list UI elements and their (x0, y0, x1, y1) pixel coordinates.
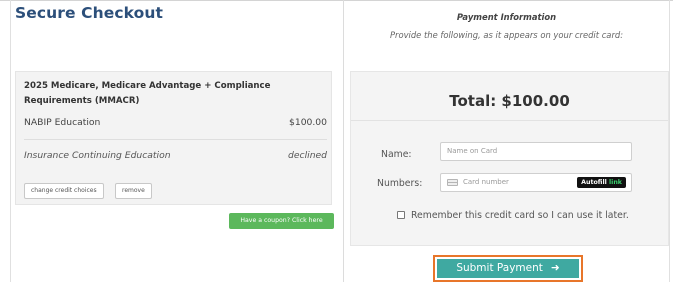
autofill-label: Autofill (581, 179, 607, 186)
coupon-button[interactable]: Have a coupon? Click here (229, 213, 334, 229)
cart-row-ice: Insurance Continuing Education declined (24, 150, 327, 161)
change-credit-choices-button[interactable]: change credit choices (24, 183, 104, 199)
payment-form: Total: $100.00 Name: Name on Card Number… (350, 71, 669, 246)
name-placeholder: Name on Card (447, 147, 498, 155)
payment-instructions: Provide the following, as it appears on … (389, 30, 624, 40)
credit-card-icon (447, 179, 458, 186)
card-number-placeholder: Card number (463, 178, 509, 186)
cart-row-label: Insurance Continuing Education (24, 150, 171, 161)
cart-row-status: declined (288, 150, 327, 161)
name-label: Name: (381, 149, 412, 160)
submit-label: Submit Payment (456, 262, 543, 274)
remember-card-label: Remember this credit card so I can use i… (411, 210, 629, 221)
autofill-link-button[interactable]: Autofill link (577, 177, 626, 188)
arrow-right-icon: ➜ (550, 262, 560, 274)
total-divider (351, 120, 668, 121)
page-right-border (669, 0, 670, 282)
cart-row-price: $100.00 (289, 117, 327, 128)
order-total: Total: $100.00 (449, 92, 570, 110)
name-on-card-input[interactable]: Name on Card (440, 142, 632, 161)
submit-payment-button[interactable]: Submit Payment ➜ (437, 259, 579, 278)
payment-heading: Payment Information (456, 12, 557, 22)
numbers-label: Numbers: (377, 178, 423, 189)
cart-row-divider (24, 139, 327, 140)
remember-card-checkbox[interactable] (397, 211, 405, 219)
page-top-border (0, 0, 673, 1)
cart-row-nabip: NABIP Education $100.00 (24, 117, 327, 128)
cart-summary: 2025 Medicare, Medicare Advantage + Comp… (15, 71, 332, 205)
cart-row-label: NABIP Education (24, 117, 101, 128)
page-left-border (10, 0, 11, 282)
page-title: Secure Checkout (15, 4, 164, 22)
course-title: 2025 Medicare, Medicare Advantage + Comp… (24, 81, 271, 106)
submit-highlight-frame: Submit Payment ➜ (433, 255, 583, 282)
remove-button[interactable]: remove (115, 183, 152, 199)
column-divider (343, 0, 344, 282)
card-number-input[interactable]: Card number Autofill link (440, 173, 632, 192)
link-logo-text: link (609, 179, 622, 186)
